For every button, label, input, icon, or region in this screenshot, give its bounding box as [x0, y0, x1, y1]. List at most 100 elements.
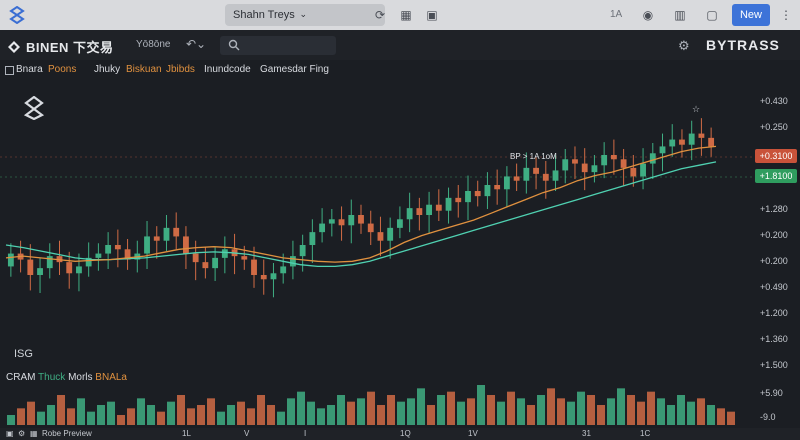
- lock-icon[interactable]: ▣: [424, 7, 440, 23]
- volume-bar: [637, 401, 645, 425]
- volume-bar: [477, 385, 485, 425]
- brand[interactable]: BINEN 下交易: [8, 37, 114, 56]
- volume-bar: [677, 395, 685, 425]
- candle-body: [299, 245, 306, 257]
- robot-icon[interactable]: ⚙: [678, 38, 690, 54]
- indicator-item[interactable]: Inundcode: [204, 64, 251, 75]
- volume-bar: [197, 405, 205, 425]
- volume-bar: [687, 401, 695, 425]
- trading-app: Shahn Treys ⌄ ⟳ ▦ ▣ 1A ◉ ▥ ▢ New ⋮ BINEN…: [0, 0, 800, 440]
- candle-body: [416, 208, 423, 215]
- candle-body: [270, 273, 277, 280]
- volume-bar: [437, 395, 445, 425]
- layout-icon[interactable]: ▥: [672, 7, 688, 23]
- candle-body: [620, 159, 627, 168]
- indicator-item[interactable]: Jhuky: [94, 64, 120, 75]
- candle-body: [309, 232, 316, 245]
- candle-body: [7, 253, 14, 267]
- volume-legend-item[interactable]: Thuck: [38, 372, 68, 383]
- volume-bar: [337, 395, 345, 425]
- fast-ma-line: [5, 145, 717, 263]
- price-chart[interactable]: [0, 80, 800, 440]
- pane-label: ISG: [14, 348, 33, 360]
- indicator-item[interactable]: Poons: [48, 64, 76, 75]
- time-axis-bar: ▣ ⚙ ▦ Robe Preview 1L V I 1Q 1V 31 1C: [0, 428, 800, 440]
- grid-icon[interactable]: ▦: [398, 7, 414, 23]
- volume-bar: [27, 401, 35, 425]
- app-logo-icon[interactable]: [8, 6, 26, 24]
- layout-icon[interactable]: ▦: [30, 429, 38, 438]
- volume-bar: [557, 398, 565, 425]
- symbol-selector[interactable]: Yō8ōne: [136, 39, 170, 50]
- volume-bar: [667, 405, 675, 425]
- candle-body: [367, 223, 374, 233]
- window-tab[interactable]: Shahn Treys ⌄: [225, 4, 385, 26]
- volume-bar: [697, 398, 705, 425]
- candle-body: [542, 173, 549, 181]
- volume-bar: [307, 401, 315, 425]
- volume-bar: [247, 408, 255, 425]
- window-icon[interactable]: ▢: [704, 7, 720, 23]
- price-axis-label: +1.200: [760, 308, 788, 318]
- candle-body: [173, 227, 180, 237]
- candle-body: [66, 262, 73, 274]
- volume-bar: [17, 408, 25, 425]
- volume-bar: [597, 405, 605, 425]
- volume-bar: [567, 401, 575, 425]
- candle-body: [494, 185, 501, 190]
- volume-bar: [267, 405, 275, 425]
- time-axis-label: 1Q: [400, 429, 411, 438]
- indicator-item[interactable]: Biskuan: [126, 64, 162, 75]
- volume-bar: [447, 391, 455, 425]
- candle-body: [591, 165, 598, 173]
- undo-icon[interactable]: ↶⌄: [186, 37, 206, 51]
- volume-bar: [157, 411, 165, 425]
- volume-bar: [467, 398, 475, 425]
- volume-legend-item[interactable]: CRAM: [6, 372, 38, 383]
- star-icon[interactable]: ☆: [692, 104, 700, 115]
- volume-bar: [387, 395, 395, 425]
- indicator-checkbox[interactable]: [5, 66, 14, 75]
- volume-bar: [487, 395, 495, 425]
- volume-bar: [137, 398, 145, 425]
- camera-icon[interactable]: ▣: [6, 429, 14, 438]
- price-axis-label: +0.200: [760, 230, 788, 240]
- volume-bar: [527, 405, 535, 425]
- volume-bar: [187, 408, 195, 425]
- window-tab-title: Shahn Treys: [233, 9, 295, 21]
- candle-body: [610, 155, 617, 160]
- candle-body: [387, 227, 394, 241]
- price-axis-label: +1.280: [760, 204, 788, 214]
- settings-icon[interactable]: ⚙: [18, 429, 25, 438]
- volume-bar: [707, 405, 715, 425]
- volume-bar: [67, 408, 75, 425]
- toggle-icon[interactable]: ◉: [640, 7, 656, 23]
- indicator-item[interactable]: Jbibds: [166, 64, 195, 75]
- candle-body: [319, 223, 326, 233]
- candle-body: [503, 176, 510, 190]
- volume-bar: [727, 411, 735, 425]
- candle-body: [630, 167, 637, 177]
- candle-body: [601, 155, 608, 166]
- candle-body: [144, 236, 150, 254]
- candle-body: [114, 245, 121, 250]
- ma-price-tag: +1.8100: [755, 169, 797, 183]
- new-button[interactable]: New: [732, 4, 770, 26]
- volume-bar: [37, 411, 45, 425]
- volume-bar: [647, 391, 655, 425]
- language-indicator[interactable]: 1A: [610, 9, 622, 20]
- volume-legend-item[interactable]: BNALa: [95, 372, 127, 383]
- candle-body: [669, 139, 676, 147]
- menu-icon[interactable]: ⋮: [780, 8, 792, 22]
- refresh-icon[interactable]: ⟳: [372, 7, 388, 23]
- price-axis-label: +0.490: [760, 282, 788, 292]
- indicator-item[interactable]: Bnara: [16, 64, 43, 75]
- candle-body: [377, 232, 384, 241]
- volume-legend-item[interactable]: Morls: [68, 372, 95, 383]
- preview-label[interactable]: Robe Preview: [42, 429, 92, 438]
- volume-bar: [287, 398, 295, 425]
- volume-bar: [257, 395, 265, 425]
- candle-body: [484, 185, 491, 197]
- candle-body: [396, 219, 403, 228]
- indicator-item[interactable]: Gamesdar Fing: [260, 64, 329, 75]
